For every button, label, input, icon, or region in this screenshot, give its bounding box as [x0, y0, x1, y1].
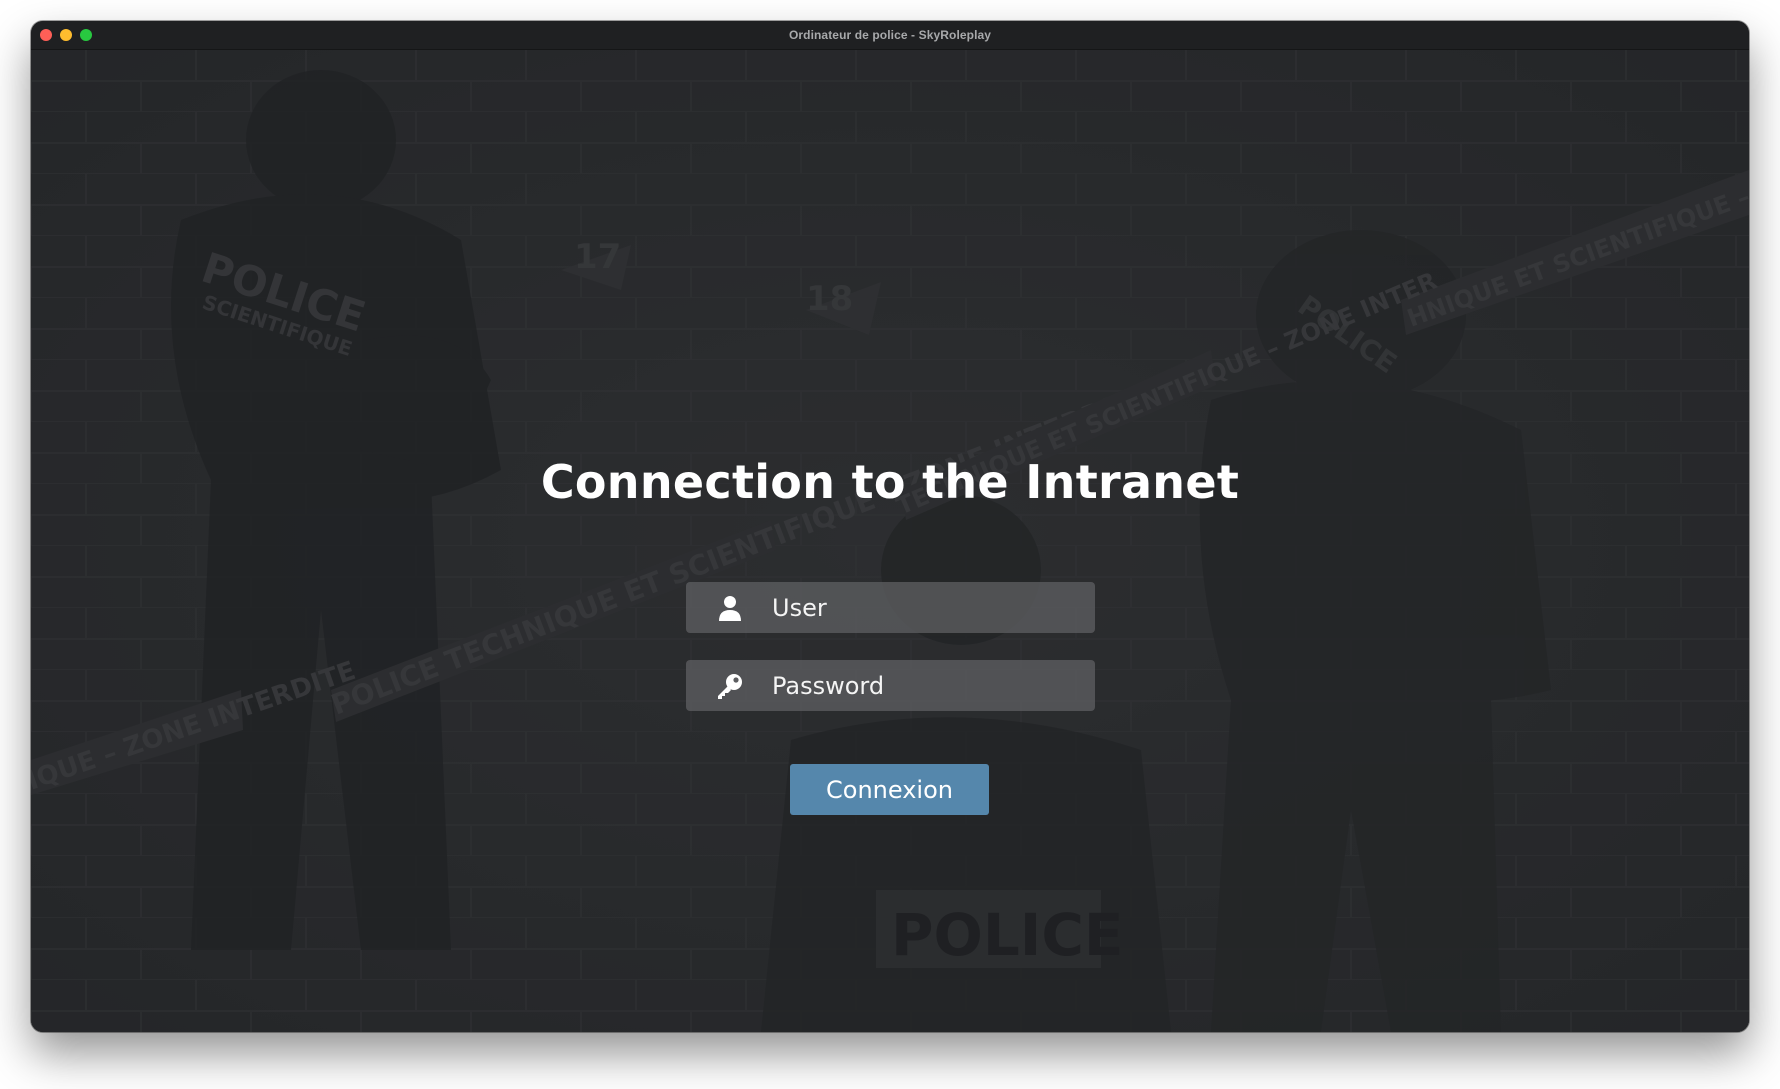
window-controls — [40, 29, 92, 41]
police-background-image: POLICE SCIENTIFIQUE 17 18 POLICE POLICE … — [31, 50, 1749, 1032]
window-title: Ordinateur de police - SkyRoleplay — [788, 28, 992, 42]
title-bar: Ordinateur de police - SkyRoleplay — [31, 21, 1749, 50]
password-input[interactable] — [772, 660, 1095, 711]
password-field[interactable] — [686, 660, 1095, 711]
connexion-button[interactable]: Connexion — [790, 764, 989, 815]
close-window-button[interactable] — [40, 29, 52, 41]
login-heading: Connection to the Intranet — [540, 455, 1240, 509]
app-window: Ordinateur de police - SkyRoleplay POLIC… — [31, 21, 1749, 1032]
user-field[interactable] — [686, 582, 1095, 633]
user-icon — [715, 593, 745, 623]
key-icon — [715, 671, 745, 701]
user-input[interactable] — [772, 582, 1095, 633]
login-screen: POLICE SCIENTIFIQUE 17 18 POLICE POLICE … — [31, 50, 1749, 1032]
minimize-window-button[interactable] — [60, 29, 72, 41]
maximize-window-button[interactable] — [80, 29, 92, 41]
